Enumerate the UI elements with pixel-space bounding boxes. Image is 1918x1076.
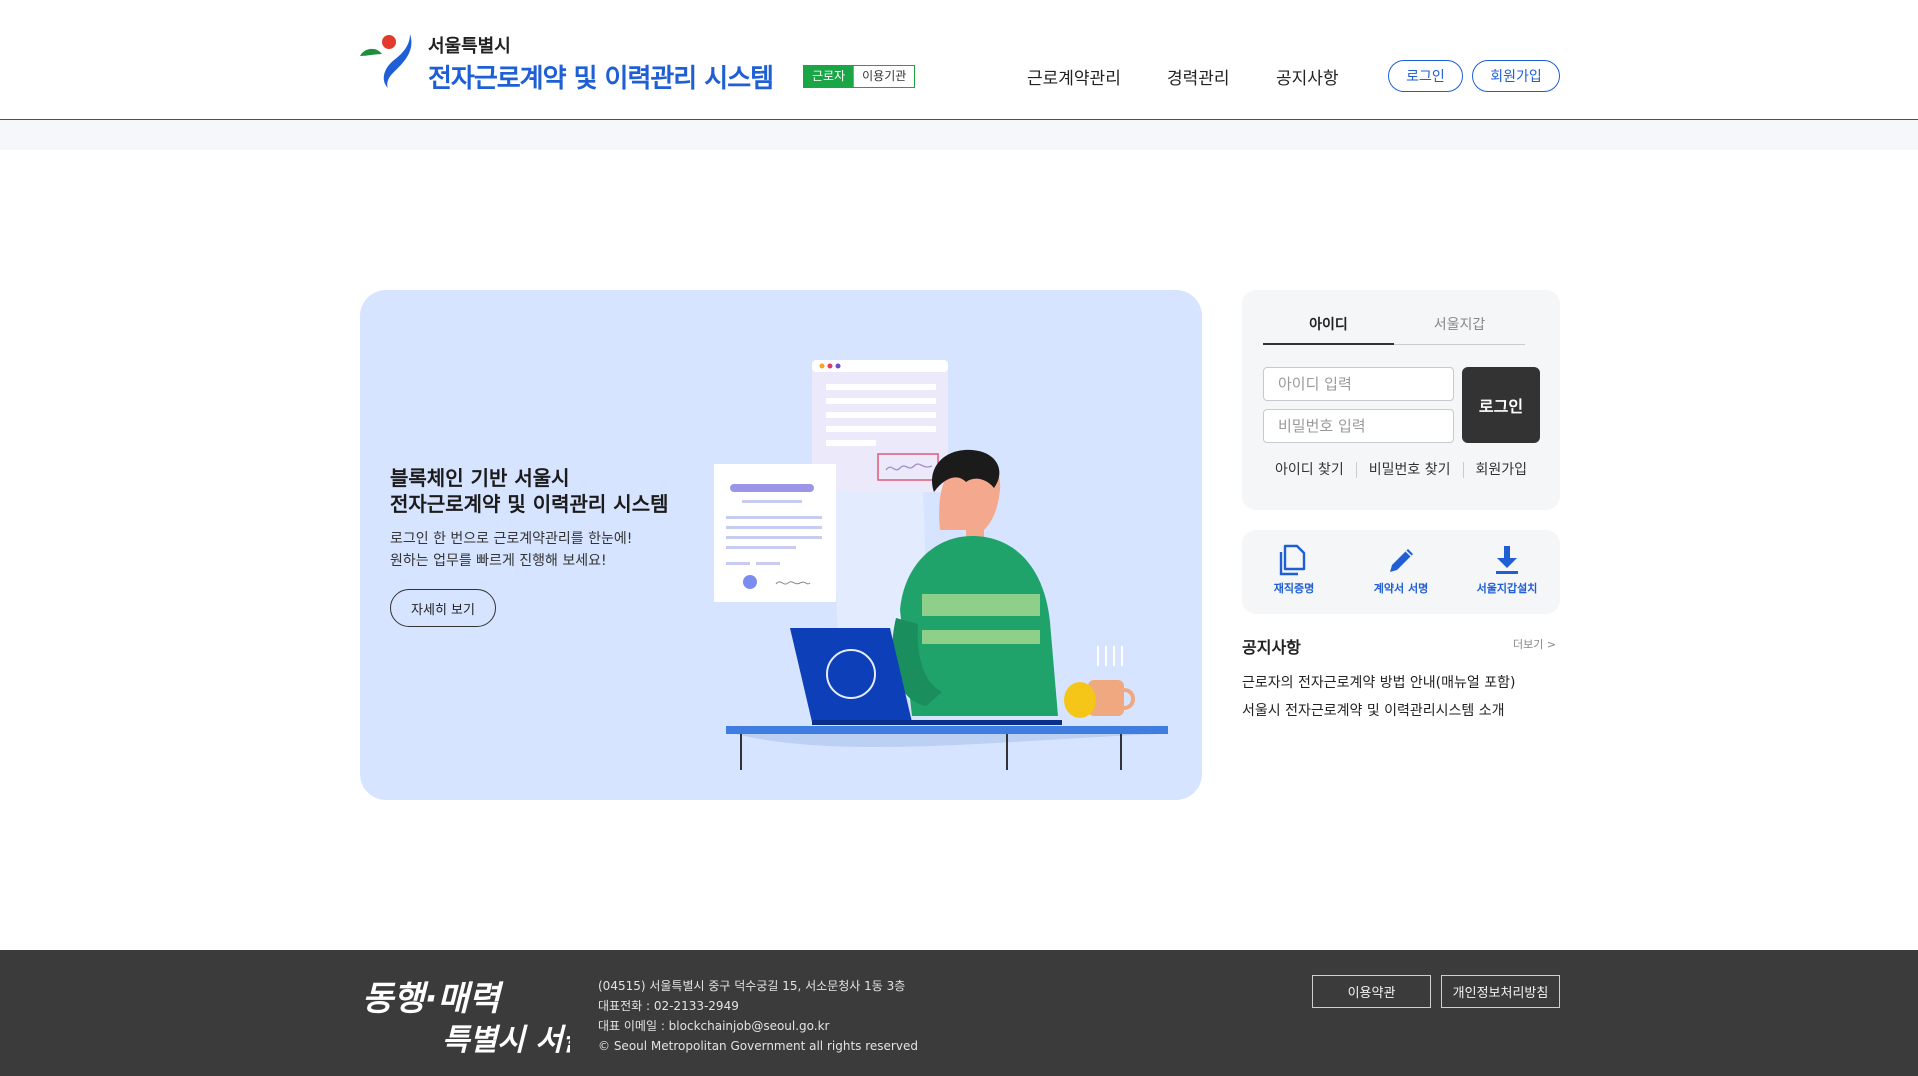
find-password-link[interactable]: 비밀번호 찾기 — [1355, 462, 1463, 478]
hero-description: 로그인 한 번으로 근로계약관리를 한눈에! 원하는 업무를 빠르게 진행해 보… — [390, 528, 632, 572]
quick-employment-certificate-label: 재직증명 — [1273, 582, 1315, 595]
seoul-logo-icon[interactable] — [358, 30, 414, 88]
notice-title: 공지사항 — [1242, 638, 1301, 657]
header-signup-button[interactable]: 회원가입 — [1472, 60, 1560, 92]
login-helper-links: 아이디 찾기 비밀번호 찾기 회원가입 — [1242, 462, 1560, 478]
quick-contract-sign-label: 계약서 서명 — [1373, 582, 1429, 595]
footer-copyright: © Seoul Metropolitan Government all righ… — [598, 1039, 918, 1053]
quick-wallet-install-label: 서울지갑설치 — [1476, 582, 1538, 595]
hero-title-line1: 블록체인 기반 서울시 — [390, 466, 570, 490]
quick-menu: 재직증명 계약서 서명 서울지갑설치 — [1242, 530, 1560, 614]
footer-email: 대표 이메일 : blockchainjob@seoul.go.kr — [598, 1019, 830, 1033]
privacy-policy-button[interactable]: 개인정보처리방침 — [1441, 975, 1560, 1008]
download-icon — [1496, 546, 1518, 574]
slogan-line2: 특별시 서울 — [442, 1023, 570, 1056]
pencil-icon — [1390, 549, 1413, 572]
nav-notice[interactable]: 공지사항 — [1276, 64, 1339, 89]
id-input[interactable] — [1263, 367, 1454, 401]
hero-desc-line2: 원하는 업무를 빠르게 진행해 보세요! — [390, 553, 607, 569]
site-header: 서울특별시 전자근로계약 및 이력관리 시스템 근로자 이용기관 근로계약관리 … — [0, 0, 1918, 120]
quick-wallet-install[interactable]: 서울지갑설치 — [1457, 544, 1557, 596]
hero-banner: 블록체인 기반 서울시 전자근로계약 및 이력관리 시스템 로그인 한 번으로 … — [360, 290, 1202, 800]
login-panel: 아이디 서울지갑 로그인 아이디 찾기 비밀번호 찾기 회원가입 — [1242, 290, 1560, 510]
notice-more-link[interactable]: 더보기 > — [1513, 636, 1556, 652]
login-submit-button[interactable]: 로그인 — [1462, 367, 1540, 443]
terms-button[interactable]: 이용약관 — [1312, 975, 1431, 1008]
hero-more-button[interactable]: 자세히 보기 — [390, 589, 496, 627]
header-divider-strip — [0, 120, 1918, 150]
notice-item[interactable]: 서울시 전자근로계약 및 이력관리시스템 소개 — [1242, 700, 1505, 720]
nav-career-management[interactable]: 경력관리 — [1167, 64, 1230, 89]
worker-mode-tab[interactable]: 근로자 — [804, 66, 854, 87]
contract-worker-illustration-icon — [714, 360, 1168, 770]
agency-mode-tab[interactable]: 이용기관 — [853, 66, 915, 87]
footer-phone: 대표전화 : 02-2133-2949 — [598, 999, 739, 1013]
footer-address: (04515) 서울특별시 중구 덕수궁길 15, 서소문청사 1동 3층 — [598, 979, 906, 993]
signup-link[interactable]: 회원가입 — [1462, 462, 1540, 478]
slogan-line1: 동행·매력 — [362, 979, 504, 1019]
user-type-toggle[interactable]: 근로자 이용기관 — [803, 65, 916, 88]
tab-seoul-wallet[interactable]: 서울지갑 — [1394, 314, 1525, 345]
quick-contract-sign[interactable]: 계약서 서명 — [1351, 544, 1451, 596]
quick-employment-certificate[interactable]: 재직증명 — [1244, 544, 1344, 596]
system-title[interactable]: 전자근로계약 및 이력관리 시스템 — [428, 58, 774, 95]
hero-title: 블록체인 기반 서울시 전자근로계약 및 이력관리 시스템 — [390, 465, 669, 517]
tab-id-login[interactable]: 아이디 — [1263, 314, 1394, 345]
document-copy-icon — [1279, 544, 1306, 576]
header-login-button[interactable]: 로그인 — [1388, 60, 1463, 92]
find-id-link[interactable]: 아이디 찾기 — [1263, 462, 1356, 478]
site-footer: 동행·매력 특별시 서울 (04515) 서울특별시 중구 덕수궁길 15, 서… — [0, 950, 1918, 1076]
seoul-slogan-logo: 동행·매력 특별시 서울 — [362, 979, 570, 1056]
org-name: 서울특별시 — [428, 36, 511, 57]
password-input[interactable] — [1263, 409, 1454, 443]
footer-info: (04515) 서울특별시 중구 덕수궁길 15, 서소문청사 1동 3층 대표… — [598, 976, 918, 1056]
notice-item[interactable]: 근로자의 전자근로계약 방법 안내(매뉴얼 포함) — [1242, 672, 1515, 692]
nav-contract-management[interactable]: 근로계약관리 — [1027, 64, 1121, 89]
hero-title-line2: 전자근로계약 및 이력관리 시스템 — [390, 492, 669, 516]
hero-desc-line1: 로그인 한 번으로 근로계약관리를 한눈에! — [390, 531, 633, 547]
